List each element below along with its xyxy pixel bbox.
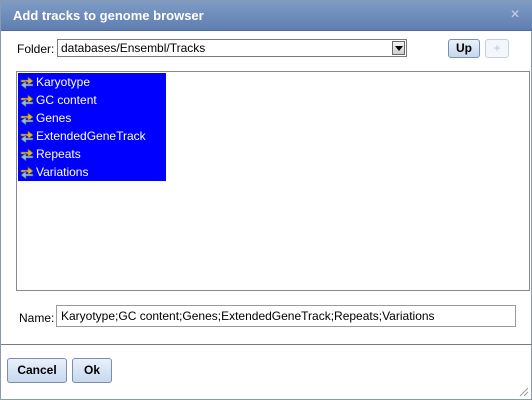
track-icon (20, 76, 34, 89)
folder-label: Folder: (17, 42, 55, 56)
footer-divider (1, 344, 532, 345)
track-item-gc-content[interactable]: GC content (18, 91, 166, 109)
track-icon (20, 94, 34, 107)
track-icon (20, 130, 34, 143)
track-item-karyotype[interactable]: Karyotype (18, 73, 166, 91)
track-icon (20, 112, 34, 125)
track-item-label: Repeats (36, 147, 81, 161)
name-label: Name: (19, 311, 55, 325)
track-item-label: GC content (36, 93, 97, 107)
chevron-down-icon[interactable] (392, 41, 405, 55)
track-item-label: Genes (36, 111, 72, 125)
folder-select-value: databases/Ensembl/Tracks (61, 41, 206, 55)
close-icon[interactable]: × (507, 7, 523, 23)
add-tracks-dialog: Add tracks to genome browser × Folder: d… (0, 0, 532, 400)
track-item-label: Karyotype (36, 75, 91, 89)
track-list[interactable]: Karyotype GC content Genes ExtendedGeneT… (16, 71, 530, 291)
track-item-label: Variations (36, 165, 89, 179)
dialog-titlebar[interactable]: Add tracks to genome browser × (1, 1, 532, 31)
folder-select[interactable]: databases/Ensembl/Tracks (57, 39, 407, 57)
track-item-variations[interactable]: Variations (18, 163, 166, 181)
track-icon (20, 166, 34, 179)
name-input[interactable] (56, 305, 516, 327)
track-item-genes[interactable]: Genes (18, 109, 166, 127)
ok-button[interactable]: Ok (72, 358, 112, 383)
track-item-extended-gene-track[interactable]: ExtendedGeneTrack (18, 127, 166, 145)
track-item-label: ExtendedGeneTrack (36, 129, 146, 143)
add-folder-button[interactable]: + (485, 39, 509, 58)
resize-grip-icon[interactable] (517, 385, 529, 397)
cancel-button[interactable]: Cancel (7, 358, 67, 383)
up-button[interactable]: Up (448, 39, 480, 58)
dialog-title: Add tracks to genome browser (13, 8, 204, 23)
track-icon (20, 148, 34, 161)
track-item-repeats[interactable]: Repeats (18, 145, 166, 163)
